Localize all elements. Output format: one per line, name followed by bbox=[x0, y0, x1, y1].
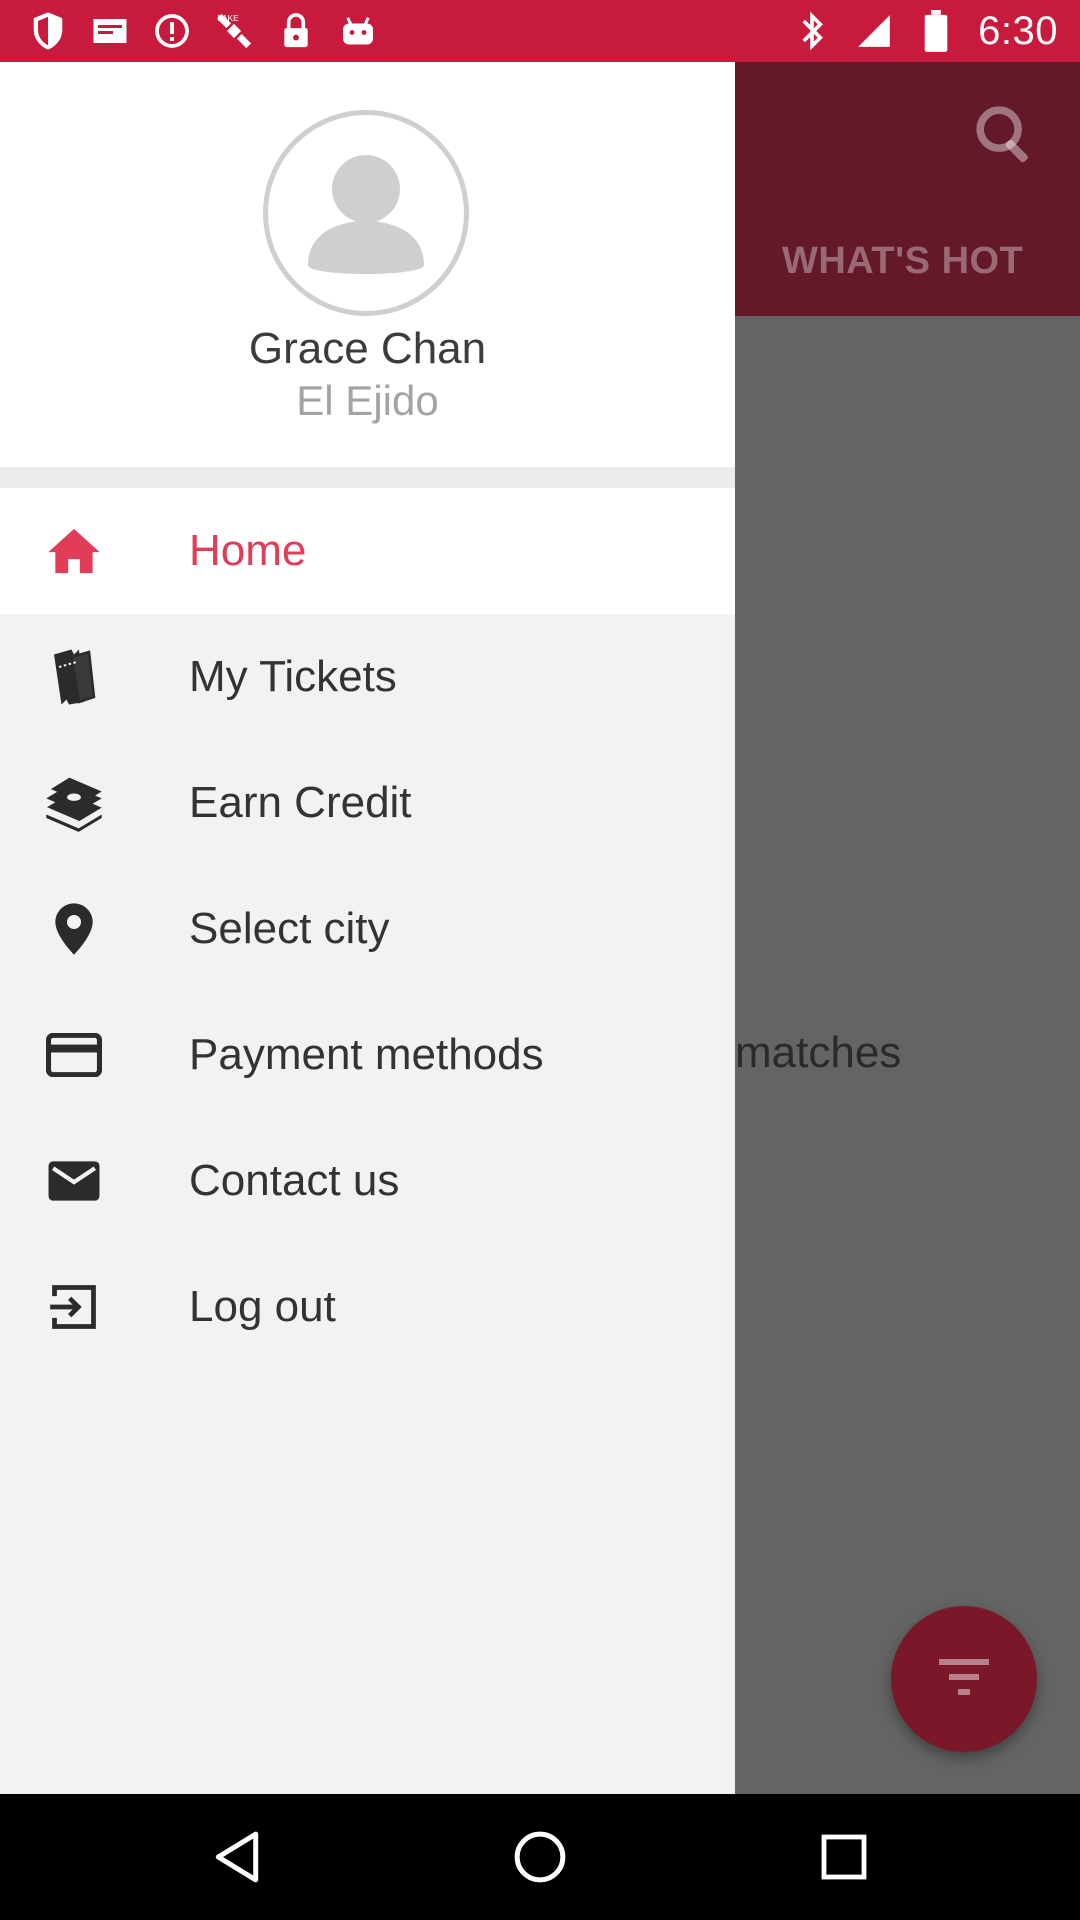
menu-item-label: Select city bbox=[189, 904, 390, 953]
battery-icon bbox=[916, 10, 956, 52]
envelope-icon bbox=[44, 1151, 104, 1211]
tab-whats-hot[interactable]: WHAT'S HOT bbox=[782, 240, 1023, 283]
menu-item-log-out[interactable]: Log out bbox=[0, 1244, 735, 1370]
menu-item-label: My Tickets bbox=[189, 652, 397, 701]
navigation-drawer: Grace Chan El Ejido Home My Tickets Earn… bbox=[0, 62, 735, 1794]
signal-icon bbox=[854, 11, 894, 51]
tickets-icon bbox=[44, 647, 104, 707]
user-name: Grace Chan bbox=[248, 324, 487, 373]
menu-item-payment-methods[interactable]: Payment methods bbox=[0, 992, 735, 1118]
menu-item-label: Log out bbox=[189, 1282, 336, 1331]
drawer-header: Grace Chan El Ejido bbox=[0, 62, 735, 467]
menu-item-label: Earn Credit bbox=[189, 778, 412, 827]
home-circle-icon[interactable] bbox=[510, 1827, 570, 1887]
menu-item-contact-us[interactable]: Contact us bbox=[0, 1118, 735, 1244]
menu-item-select-city[interactable]: Select city bbox=[0, 866, 735, 992]
menu-item-home[interactable]: Home bbox=[0, 488, 735, 614]
recents-icon[interactable] bbox=[814, 1827, 874, 1887]
filter-button[interactable] bbox=[891, 1606, 1037, 1752]
status-left-icons: FAKE bbox=[28, 10, 378, 52]
filter-icon bbox=[937, 1657, 991, 1702]
credit-card-icon bbox=[44, 1025, 104, 1085]
avatar-placeholder-icon bbox=[268, 155, 464, 311]
menu-item-label: Contact us bbox=[189, 1156, 400, 1205]
android-icon bbox=[338, 11, 378, 51]
user-city: El Ejido bbox=[296, 377, 439, 424]
back-icon[interactable] bbox=[207, 1827, 267, 1887]
avatar[interactable] bbox=[263, 110, 469, 316]
bluetooth-icon bbox=[792, 11, 832, 51]
empty-state-text: matches bbox=[735, 1028, 902, 1077]
lock-icon bbox=[276, 11, 316, 51]
drawer-menu: Home My Tickets Earn Credit Select city … bbox=[0, 488, 735, 1370]
svg-text:FAKE: FAKE bbox=[217, 13, 239, 23]
mail-icon bbox=[90, 11, 130, 51]
menu-item-label: Payment methods bbox=[189, 1030, 544, 1079]
menu-item-label: Home bbox=[189, 526, 307, 575]
money-stack-icon bbox=[44, 773, 104, 833]
status-right-icons: 6:30 bbox=[792, 8, 1058, 54]
alert-icon bbox=[152, 11, 192, 51]
fake-gps-icon: FAKE bbox=[214, 11, 254, 51]
system-nav-bar bbox=[0, 1794, 1080, 1920]
location-pin-icon bbox=[44, 899, 104, 959]
menu-item-earn-credit[interactable]: Earn Credit bbox=[0, 740, 735, 866]
status-bar: FAKE 6:30 bbox=[0, 0, 1080, 62]
logout-icon bbox=[44, 1277, 104, 1337]
status-time: 6:30 bbox=[978, 8, 1058, 53]
home-icon bbox=[44, 521, 104, 581]
shield-icon bbox=[28, 11, 68, 51]
drawer-divider bbox=[0, 467, 735, 488]
menu-item-my-tickets[interactable]: My Tickets bbox=[0, 614, 735, 740]
search-icon[interactable] bbox=[970, 100, 1040, 170]
